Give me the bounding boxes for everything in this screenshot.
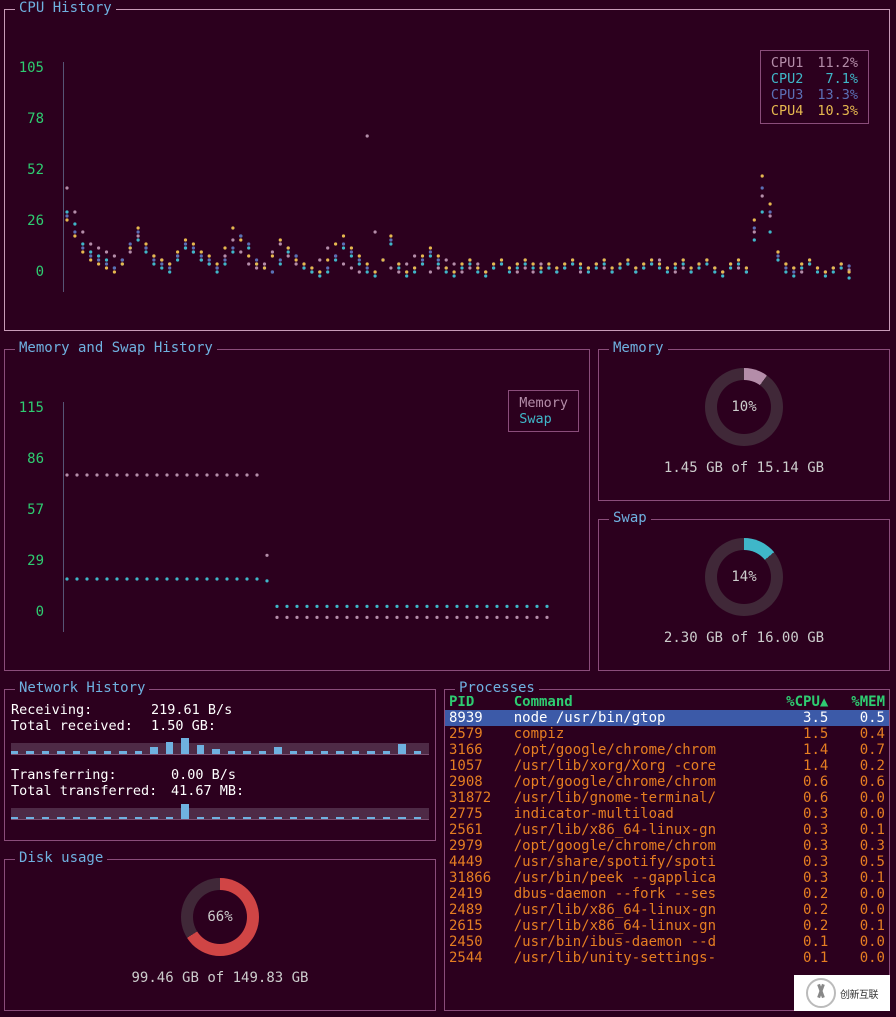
cpu-legend-row: CPU313.3% (771, 87, 858, 103)
panel-title-swap: Swap (609, 510, 651, 526)
swap-donut: 14% (705, 538, 783, 616)
process-row[interactable]: 2775indicator-multiload0.30.0 (445, 806, 889, 822)
net-tx-total: Total transferred: 41.67 MB: (11, 783, 429, 799)
panel-title-disk: Disk usage (15, 850, 107, 866)
header-pid[interactable]: PID (445, 694, 510, 710)
cpu-axis-105: 105 (4, 60, 44, 76)
watermark-text: 创新互联 (840, 986, 878, 1001)
cpu-legend-row: CPU410.3% (771, 103, 858, 119)
panel-title-cpu: CPU History (15, 0, 116, 16)
disk-donut: 66% (181, 878, 259, 956)
process-table[interactable]: PID Command %CPU▲ %MEM 8939node /usr/bin… (445, 694, 889, 966)
cpu-chart (63, 62, 863, 322)
ms-axis-115: 115 (4, 400, 44, 416)
process-row[interactable]: 31866/usr/bin/peek --gapplica0.30.1 (445, 870, 889, 886)
process-row[interactable]: 1057/usr/lib/xorg/Xorg -core1.40.2 (445, 758, 889, 774)
process-row[interactable]: 2419dbus-daemon --fork --ses0.20.0 (445, 886, 889, 902)
process-row[interactable]: 2489/usr/lib/x86_64-linux-gn0.20.0 (445, 902, 889, 918)
net-rx-total: Total received: 1.50 GB: (11, 718, 429, 734)
cpu-axis-78: 78 (4, 111, 44, 127)
header-mem[interactable]: %MEM (832, 694, 889, 710)
panel-title-memswap: Memory and Swap History (15, 340, 217, 356)
process-row[interactable]: 2579compiz1.50.4 (445, 726, 889, 742)
process-row[interactable]: 2979/opt/google/chrome/chrom0.30.3 (445, 838, 889, 854)
net-rx-bars (11, 736, 429, 755)
process-row[interactable]: 4449/usr/share/spotify/spoti0.30.5 (445, 854, 889, 870)
panel-title-network: Network History (15, 680, 149, 696)
process-row[interactable]: 3166/opt/google/chrome/chrom1.40.7 (445, 742, 889, 758)
cpu-legend: CPU111.2%CPU27.1%CPU313.3%CPU410.3% (760, 50, 869, 124)
cpu-legend-row: CPU27.1% (771, 71, 858, 87)
cpu-axis-26: 26 (4, 213, 44, 229)
process-row[interactable]: 2561/usr/lib/x86_64-linux-gn0.30.1 (445, 822, 889, 838)
disk-line: 99.46 GB of 149.83 GB (5, 970, 435, 986)
swap-pct: 14% (731, 569, 756, 585)
process-row[interactable]: 8939node /usr/bin/gtop3.50.5 (445, 710, 889, 726)
cpu-legend-row: CPU111.2% (771, 55, 858, 71)
cpu-axis-0: 0 (4, 264, 44, 280)
header-cmd[interactable]: Command (510, 694, 776, 710)
panel-processes[interactable]: Processes PID Command %CPU▲ %MEM 8939nod… (444, 689, 890, 1011)
cpu-axis-52: 52 (4, 162, 44, 178)
panel-memory: Memory 10% 1.45 GB of 15.14 GB (598, 349, 890, 501)
memory-line: 1.45 GB of 15.14 GB (599, 460, 889, 476)
memswap-legend: MemorySwap (508, 390, 579, 432)
panel-disk: Disk usage 66% 99.46 GB of 149.83 GB (4, 859, 436, 1011)
net-tx: Transferring: 0.00 B/s (11, 767, 429, 783)
process-row[interactable]: 2450/usr/bin/ibus-daemon --d0.10.0 (445, 934, 889, 950)
process-row[interactable]: 2544/usr/lib/unity-settings-0.10.0 (445, 950, 889, 966)
memory-donut: 10% (705, 368, 783, 446)
panel-memswap-history: Memory and Swap History 115 86 57 29 0 M… (4, 349, 590, 671)
memswap-chart (63, 402, 563, 662)
process-row[interactable]: 2615/usr/lib/x86_64-linux-gn0.20.1 (445, 918, 889, 934)
memswap-legend-row: Memory (519, 395, 568, 411)
panel-title-processes: Processes (455, 680, 539, 696)
header-cpu[interactable]: %CPU▲ (776, 694, 833, 710)
net-rx: Receiving: 219.61 B/s (11, 702, 429, 718)
ms-axis-86: 86 (4, 451, 44, 467)
process-row[interactable]: 31872/usr/lib/gnome-terminal/0.60.0 (445, 790, 889, 806)
panel-network: Network History Receiving: 219.61 B/s To… (4, 689, 436, 841)
disk-pct: 66% (207, 909, 232, 925)
net-tx-bars (11, 801, 429, 820)
ms-axis-0: 0 (4, 604, 44, 620)
ms-axis-57: 57 (4, 502, 44, 518)
panel-swap: Swap 14% 2.30 GB of 16.00 GB (598, 519, 890, 671)
swap-line: 2.30 GB of 16.00 GB (599, 630, 889, 646)
watermark: 创新互联 (794, 975, 890, 1011)
process-row[interactable]: 2908/opt/google/chrome/chrom0.60.6 (445, 774, 889, 790)
panel-cpu-history: CPU History 105 78 52 26 0 CPU111.2%CPU2… (4, 9, 890, 331)
ms-axis-29: 29 (4, 553, 44, 569)
process-table-header[interactable]: PID Command %CPU▲ %MEM (445, 694, 889, 710)
memswap-legend-row: Swap (519, 411, 568, 427)
panel-title-memory: Memory (609, 340, 668, 356)
memory-pct: 10% (731, 399, 756, 415)
